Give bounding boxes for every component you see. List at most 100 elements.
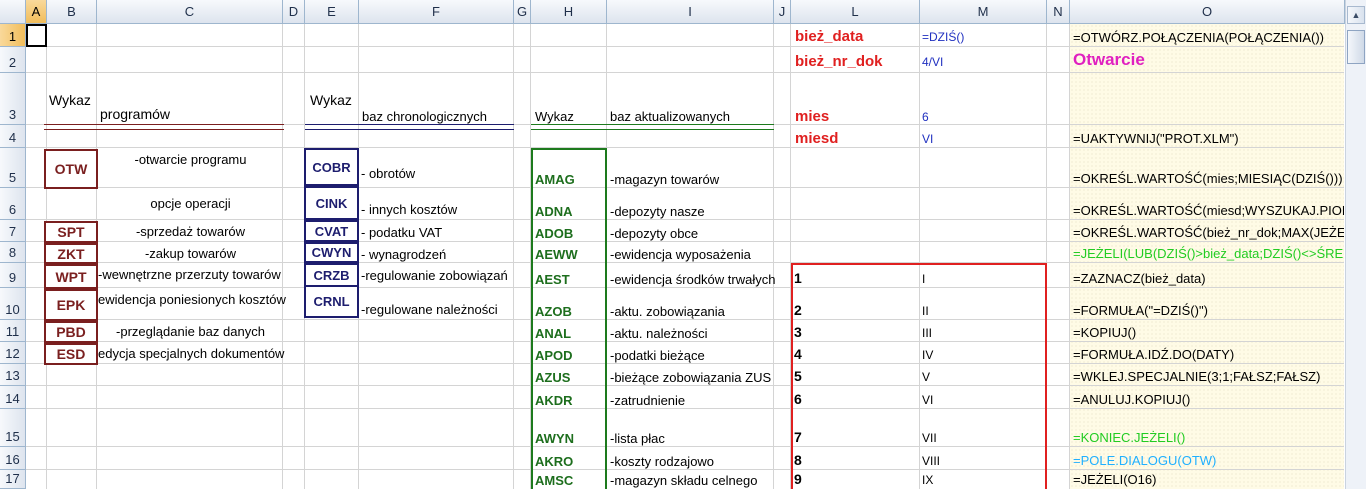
aktual-code-adob[interactable]: ADOB [535,226,573,241]
program-code-pbd[interactable]: PBD [44,321,98,343]
row-header-4[interactable]: 4 [0,125,26,148]
chron-desc: -regulowanie zobowiązań [361,268,508,283]
value-biez-data[interactable]: =DZIŚ() [922,30,964,45]
select-all-corner[interactable] [0,0,26,24]
column-header-a[interactable]: A [26,0,47,24]
column-header-l[interactable]: L [791,0,920,24]
macro-cell-o5[interactable]: =OKREŚL.WARTOŚĆ(mies;MIESIĄC(DZIŚ())) [1073,171,1344,186]
month-number: 4 [794,346,802,362]
aktual-code-adna[interactable]: ADNA [535,204,573,219]
column-header-f[interactable]: F [359,0,514,24]
aktual-code-azus[interactable]: AZUS [535,370,570,385]
row-header-17[interactable]: 17 [0,470,26,489]
program-desc: -zakup towarów [144,246,237,261]
grid-vline [1069,24,1070,489]
active-cell-a1[interactable] [26,24,47,47]
macro-cell-o10[interactable]: =FORMUŁA("=DZIŚ()") [1073,303,1344,318]
row-header-5[interactable]: 5 [0,148,26,188]
row-header-8[interactable]: 8 [0,242,26,263]
aktual-code-anal[interactable]: ANAL [535,326,571,341]
value-biez-nr-dok[interactable]: 4/VI [922,55,943,70]
column-header-b[interactable]: B [47,0,97,24]
row-header-11[interactable]: 11 [0,320,26,342]
column-header-m[interactable]: M [920,0,1047,24]
macro-cell-o12[interactable]: =FORMUŁA.IDŹ.DO(DATY) [1073,347,1344,362]
macro-cell-o17[interactable]: =JEŻELI(O16) [1073,472,1344,487]
macro-cell-o4[interactable]: =UAKTYWNIJ("PROT.XLM") [1073,131,1344,146]
program-code-otw[interactable]: OTW [44,149,98,189]
column-header-i[interactable]: I [607,0,774,24]
vertical-scrollbar[interactable]: ▲ [1345,0,1366,489]
row-header-15[interactable]: 15 [0,409,26,447]
aktual-code-aeww[interactable]: AEWW [535,247,578,262]
grid-hline [26,408,1344,409]
chron-code-crnl[interactable]: CRNL [304,285,359,318]
macro-cell-o1[interactable]: =OTWÓRZ.POŁĄCZENIA(POŁĄCZENIA()) [1073,30,1344,45]
chron-code-cobr[interactable]: COBR [304,148,359,186]
row-header-9[interactable]: 9 [0,263,26,288]
column-header-n[interactable]: N [1047,0,1070,24]
row-header-6[interactable]: 6 [0,188,26,220]
macro-cell-o16[interactable]: =POLE.DIALOGU(OTW) [1073,453,1344,468]
program-code-esd[interactable]: ESD [44,343,98,365]
macro-cell-o15[interactable]: =KONIEC.JEŻELI() [1073,430,1344,445]
month-number: 5 [794,368,802,384]
program-code-spt[interactable]: SPT [44,221,98,243]
value-miesd[interactable]: VI [922,132,933,147]
row-header-12[interactable]: 12 [0,342,26,364]
column-header-j[interactable]: J [774,0,791,24]
row-header-14[interactable]: 14 [0,386,26,409]
aktual-code-amsc[interactable]: AMSC [535,473,573,488]
aktual-code-akdr[interactable]: AKDR [535,393,573,408]
macro-cell-o13[interactable]: =WKLEJ.SPECJALNIE(3;1;FAŁSZ;FAŁSZ) [1073,369,1344,384]
aktual-code-aest[interactable]: AEST [535,272,570,287]
column-header-h[interactable]: H [531,0,607,24]
macro-cell-o8[interactable]: =JEŻELI(LUB(DZIŚ()>bież_data;DZIŚ()<>ŚRE… [1073,246,1344,261]
column-header-c[interactable]: C [97,0,283,24]
aktual-code-akro[interactable]: AKRO [535,454,573,469]
grid-vline [773,24,774,489]
macro-cell-o9[interactable]: =ZAZNACZ(bież_data) [1073,271,1344,286]
column-header-e[interactable]: E [305,0,359,24]
chron-header-underline [305,124,514,130]
value-mies[interactable]: 6 [922,110,929,125]
row-header-16[interactable]: 16 [0,447,26,470]
macro-cell-o2[interactable]: Otwarcie [1073,52,1344,67]
header-wykaz-chron: Wykaz [310,92,352,108]
chron-code-cwyn[interactable]: CWYN [304,242,359,263]
aktual-code-azob[interactable]: AZOB [535,304,572,319]
month-number: 7 [794,429,802,445]
month-roman: VIII [922,454,941,468]
row-header-1[interactable]: 1 [0,24,26,47]
aktual-code-apod[interactable]: APOD [535,348,573,363]
column-header-g[interactable]: G [514,0,531,24]
row-header-3[interactable]: 3 [0,73,26,125]
program-code-wpt[interactable]: WPT [44,264,98,289]
column-header-o[interactable]: O [1070,0,1345,24]
chron-desc: - podatku VAT [361,225,443,240]
row-header-10[interactable]: 10 [0,288,26,320]
program-code-zkt[interactable]: ZKT [44,243,98,264]
scroll-up-icon[interactable]: ▲ [1347,6,1365,24]
chron-code-cink[interactable]: CINK [304,186,359,220]
program-code-epk[interactable]: EPK [44,289,98,321]
month-roman: III [922,326,933,340]
column-header-d[interactable]: D [283,0,305,24]
row-header-13[interactable]: 13 [0,364,26,386]
macro-cell-o7[interactable]: =OKREŚL.WARTOŚĆ(bież_nr_dok;MAX(JEŻELI [1073,225,1344,240]
name-biez-nr-dok: bież_nr_dok [795,53,883,70]
program-desc: opcje operacji [150,196,231,211]
header-wykaz-aktual: Wykaz [535,109,574,124]
row-header-2[interactable]: 2 [0,47,26,73]
macro-cell-o14[interactable]: =ANULUJ.KOPIUJ() [1073,392,1344,407]
scroll-thumb[interactable] [1347,30,1365,64]
row-header-7[interactable]: 7 [0,220,26,242]
aktual-code-amag[interactable]: AMAG [535,172,575,187]
grid-hline [26,241,1344,242]
macro-cell-o6[interactable]: =OKREŚL.WARTOŚĆ(miesd;WYSZUKAJ.PIONOWO(m… [1073,203,1344,218]
month-number: 2 [794,302,802,318]
macro-cell-o11[interactable]: =KOPIUJ() [1073,325,1344,340]
aktual-code-awyn[interactable]: AWYN [535,431,574,446]
month-roman: V [922,370,931,384]
chron-code-cvat[interactable]: CVAT [304,220,359,242]
